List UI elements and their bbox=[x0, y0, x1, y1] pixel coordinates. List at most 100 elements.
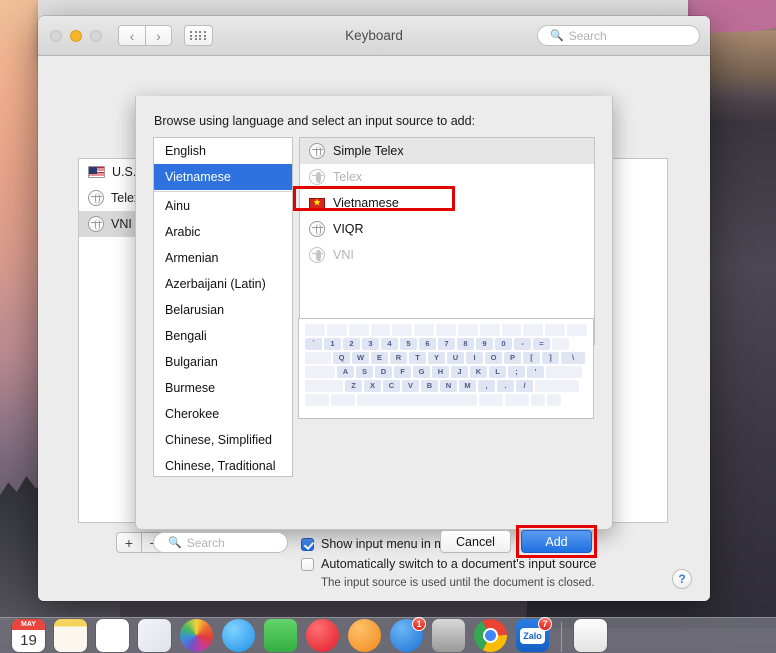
keyboard-key-=: = bbox=[533, 338, 550, 350]
input-source-list[interactable]: Simple Telex Telex ★ Vietnamese VIQR VNI bbox=[299, 137, 595, 345]
language-item-armenian[interactable]: Armenian bbox=[154, 245, 292, 271]
help-button[interactable]: ? bbox=[672, 569, 692, 589]
language-item-chinese-traditional[interactable]: Chinese, Traditional bbox=[154, 453, 292, 476]
language-label: Chinese, Simplified bbox=[165, 433, 272, 447]
keyboard-key-blank bbox=[479, 394, 503, 406]
input-source-item-vietnamese[interactable]: ★ Vietnamese bbox=[300, 190, 594, 216]
language-item-chinese-simplified[interactable]: Chinese, Simplified bbox=[154, 427, 292, 453]
input-source-item-viqr[interactable]: VIQR bbox=[300, 216, 594, 242]
dock-item-photos[interactable] bbox=[180, 619, 213, 652]
zoom-button[interactable] bbox=[90, 29, 102, 42]
language-label: Azerbaijani (Latin) bbox=[165, 277, 266, 291]
language-item-arabic[interactable]: Arabic bbox=[154, 219, 292, 245]
keyboard-key-C: C bbox=[383, 380, 400, 392]
keyboard-key-W: W bbox=[352, 352, 369, 364]
keyboard-key-1: 1 bbox=[324, 338, 341, 350]
auto-switch-label: Automatically switch to a document's inp… bbox=[321, 557, 597, 571]
language-label: Belarusian bbox=[165, 303, 225, 317]
input-source-label: VNI bbox=[333, 248, 354, 262]
list-divider bbox=[154, 191, 292, 192]
keyboard-key-Q: Q bbox=[333, 352, 350, 364]
keyboard-row: ` 1 2 3 4 5 6 7 8 9 0- = bbox=[305, 338, 587, 350]
close-button[interactable] bbox=[50, 29, 62, 42]
keyboard-key-blank bbox=[305, 366, 335, 378]
search-placeholder: Search bbox=[186, 535, 225, 550]
dock-item-facetime[interactable] bbox=[264, 619, 297, 652]
back-chevron-icon[interactable]: ‹ bbox=[118, 25, 145, 46]
input-source-item-vni[interactable]: VNI bbox=[300, 242, 594, 268]
keyboard-preferences-window[interactable]: ‹ › Keyboard 🔍 Search U.S. Telex VNI + S… bbox=[38, 16, 710, 601]
language-item-bulgarian[interactable]: Bulgarian bbox=[154, 349, 292, 375]
keyboard-key-5: 5 bbox=[400, 338, 417, 350]
keyboard-key-O: O bbox=[485, 352, 502, 364]
language-item-ainu[interactable]: Ainu bbox=[154, 193, 292, 219]
keyboard-key-blank bbox=[567, 324, 587, 336]
dock-item-itunes[interactable] bbox=[306, 619, 339, 652]
grid-dots-icon bbox=[190, 31, 207, 40]
window-search-field[interactable]: 🔍 Search bbox=[537, 25, 700, 46]
keyboard-key-`: ` bbox=[305, 338, 322, 350]
keyboard-key-blank bbox=[552, 338, 569, 350]
add-input-source-button[interactable]: + bbox=[116, 532, 141, 553]
keyboard-key-7: 7 bbox=[438, 338, 455, 350]
language-item-vietnamese[interactable]: Vietnamese bbox=[154, 164, 292, 190]
language-item-english[interactable]: English bbox=[154, 138, 292, 164]
dock-item-google-chrome[interactable] bbox=[474, 619, 507, 652]
dock-item-calendar[interactable]: MAY 19 bbox=[12, 619, 45, 652]
dock-item-notes[interactable] bbox=[54, 619, 87, 652]
search-icon: 🔍 bbox=[550, 30, 564, 42]
input-source-label: Telex bbox=[333, 170, 363, 184]
add-input-source-sheet[interactable]: Browse using language and select an inpu… bbox=[135, 96, 613, 558]
keyboard-key-Z: Z bbox=[345, 380, 362, 392]
keyboard-key-blank bbox=[457, 324, 478, 336]
navigation-buttons[interactable]: ‹ › bbox=[118, 25, 172, 46]
forward-chevron-icon[interactable]: › bbox=[145, 25, 172, 46]
input-source-item-simple-telex[interactable]: Simple Telex bbox=[300, 138, 594, 164]
language-item-bengali[interactable]: Bengali bbox=[154, 323, 292, 349]
keyboard-key-blank bbox=[436, 324, 456, 336]
language-search-field[interactable]: 🔍 Search bbox=[153, 532, 288, 553]
keyboard-key-K: K bbox=[470, 366, 487, 378]
sheet-prompt: Browse using language and select an inpu… bbox=[154, 114, 476, 128]
keyboard-layout-preview: ` 1 2 3 4 5 6 7 8 9 0- = Q W E R T Y U I O P[] \ A S D F G H J K L; ' Z X C… bbox=[298, 318, 594, 419]
input-source-label: Simple Telex bbox=[333, 144, 404, 158]
language-item-cherokee[interactable]: Cherokee bbox=[154, 401, 292, 427]
add-button[interactable]: Add bbox=[521, 530, 592, 553]
keyboard-key-': ' bbox=[527, 366, 544, 378]
language-label: Armenian bbox=[165, 251, 219, 265]
cancel-button[interactable]: Cancel bbox=[440, 530, 511, 553]
list-item-label: U.S. bbox=[112, 165, 137, 179]
keyboard-key-Y: Y bbox=[428, 352, 445, 364]
input-source-item-telex[interactable]: Telex bbox=[300, 164, 594, 190]
dock-item-zalo[interactable]: Zalo 7 bbox=[516, 617, 552, 652]
dock-item-finder-window[interactable] bbox=[574, 619, 607, 652]
dock-item-reminders[interactable] bbox=[96, 619, 129, 652]
language-label: Bengali bbox=[165, 329, 207, 343]
auto-switch-checkbox-row[interactable]: Automatically switch to a document's inp… bbox=[301, 557, 596, 571]
window-titlebar[interactable]: ‹ › Keyboard 🔍 Search bbox=[38, 16, 710, 56]
dock-item-ibooks[interactable] bbox=[348, 619, 381, 652]
input-method-icon bbox=[88, 216, 104, 232]
keyboard-key-blank bbox=[331, 394, 355, 406]
language-item-azerbaijani[interactable]: Azerbaijani (Latin) bbox=[154, 271, 292, 297]
input-method-icon bbox=[309, 221, 325, 237]
keyboard-key-;: ; bbox=[508, 366, 525, 378]
keyboard-key-X: X bbox=[364, 380, 381, 392]
show-input-menu-checkbox[interactable] bbox=[301, 538, 314, 551]
keyboard-key-blank bbox=[305, 352, 331, 364]
auto-switch-checkbox[interactable] bbox=[301, 558, 314, 571]
language-list[interactable]: English Vietnamese Ainu Arabic Armenian … bbox=[153, 137, 293, 477]
dock-item-app-store[interactable]: 1 bbox=[390, 617, 426, 652]
dock-item-messages[interactable] bbox=[222, 619, 255, 652]
keyboard-key-T: T bbox=[409, 352, 426, 364]
dock-item-system-preferences[interactable] bbox=[432, 619, 465, 652]
language-item-burmese[interactable]: Burmese bbox=[154, 375, 292, 401]
keyboard-key-blank bbox=[505, 394, 529, 406]
minimize-button[interactable] bbox=[70, 29, 82, 42]
language-item-belarusian[interactable]: Belarusian bbox=[154, 297, 292, 323]
traffic-lights[interactable] bbox=[50, 29, 102, 42]
dock-item-pages[interactable] bbox=[138, 619, 171, 652]
keyboard-key-/: / bbox=[516, 380, 533, 392]
all-preferences-grid-icon[interactable] bbox=[184, 25, 213, 46]
dock[interactable]: MAY 19 1 Zalo 7 bbox=[0, 617, 776, 653]
